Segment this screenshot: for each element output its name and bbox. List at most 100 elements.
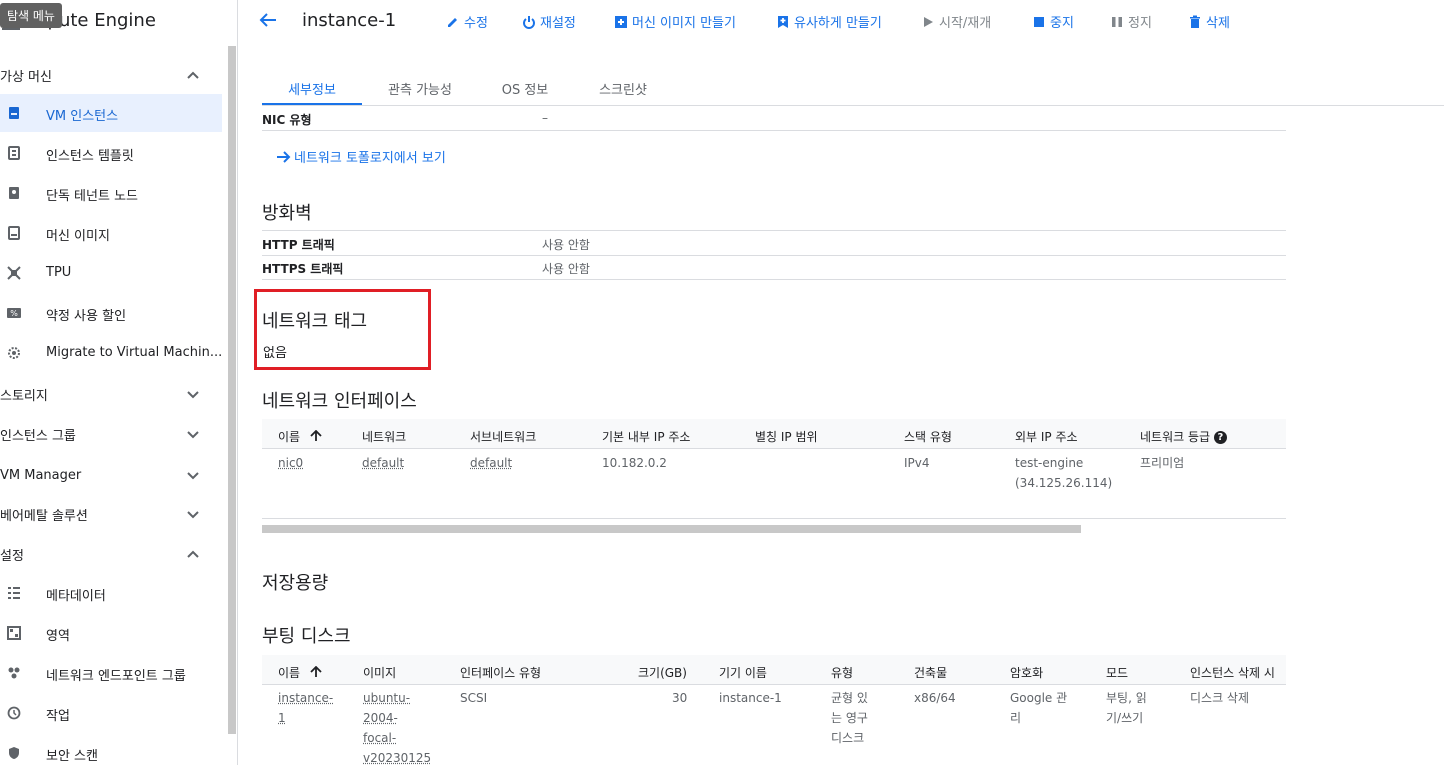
col-architecture: 건축물 xyxy=(914,666,948,680)
section-bare-metal[interactable]: 베어메탈 솔루션 xyxy=(0,496,222,532)
http-traffic-label: HTTP 트래픽 xyxy=(262,238,335,252)
network-link[interactable]: default xyxy=(362,453,404,473)
create-similar-button[interactable]: 유사하게 만들기 xyxy=(776,12,882,31)
tab-observability[interactable]: 관측 가능성 xyxy=(374,70,466,105)
sidebar-item-metadata[interactable]: 메타데이터 xyxy=(0,574,222,612)
tpu-icon xyxy=(7,266,21,280)
pause-icon xyxy=(1112,16,1122,27)
interfaces-table-header: 이름 네트워크 서브네트워크 기본 내부 IP 주소 별칭 IP 범위 스택 유… xyxy=(262,419,1286,449)
sidebar-item-committed-use-discounts[interactable]: % 약정 사용 할인 xyxy=(0,294,222,332)
button-label: 수정 xyxy=(464,16,488,31)
col-external-ip: 외부 IP 주소 xyxy=(1015,430,1078,444)
sidebar-item-label: Migrate to Virtual Machin... xyxy=(46,345,223,360)
tab-screenshot[interactable]: 스크린샷 xyxy=(584,70,662,105)
svg-text:%: % xyxy=(10,309,18,318)
section-label: 가상 머신 xyxy=(0,69,52,85)
sidebar-item-label: 인스턴스 템플릿 xyxy=(46,149,134,164)
nic-name-link[interactable]: nic0 xyxy=(278,453,303,473)
disk-name-link-cont[interactable]: 1 xyxy=(278,708,286,728)
disk-image-link[interactable]: v20230125 xyxy=(363,748,431,765)
col-internal-ip: 기본 내부 IP 주소 xyxy=(602,430,691,444)
chevron-down-icon xyxy=(187,391,199,399)
sidebar-item-operations[interactable]: 작업 xyxy=(0,694,222,732)
sidebar-scrollbar[interactable] xyxy=(228,46,236,734)
architecture-value: x86/64 xyxy=(914,691,956,705)
on-delete-value: 디스크 삭제 xyxy=(1190,691,1250,705)
create-machine-image-button[interactable]: 머신 이미지 만들기 xyxy=(614,12,736,31)
suspend-button[interactable]: 정지 xyxy=(1110,12,1152,31)
table-horizontal-scrollbar[interactable] xyxy=(262,525,1081,533)
section-storage[interactable]: 스토리지 xyxy=(0,376,222,412)
disk-image-link[interactable]: 2004- xyxy=(363,708,398,728)
col-subnetwork: 서브네트워크 xyxy=(470,430,537,444)
start-resume-button[interactable]: 시작/재개 xyxy=(921,12,991,31)
back-arrow-icon[interactable] xyxy=(258,10,278,30)
col-type: 유형 xyxy=(831,666,854,680)
delete-button[interactable]: 삭제 xyxy=(1188,12,1230,31)
sidebar-item-machine-images[interactable]: 머신 이미지 xyxy=(0,214,222,252)
button-label: 중지 xyxy=(1050,16,1074,31)
interface-type-value: SCSI xyxy=(460,691,488,705)
nic-type-label: NIC 유형 xyxy=(262,113,312,127)
network-tags-heading: 네트워크 태그 xyxy=(262,311,368,332)
disk-type-value: 디스크 xyxy=(831,731,865,745)
machine-image-icon xyxy=(8,226,20,240)
network-tags-value: 없음 xyxy=(263,346,287,361)
migrate-gear-icon xyxy=(8,347,20,359)
help-icon[interactable]: ? xyxy=(1213,431,1227,444)
col-name[interactable]: 이름 xyxy=(278,664,322,681)
edit-button[interactable]: 수정 xyxy=(446,12,488,31)
encryption-value: Google 관 xyxy=(1010,691,1068,705)
section-settings[interactable]: 설정 xyxy=(0,536,222,572)
network-tier-value: 프리미엄 xyxy=(1140,456,1185,470)
sidebar-item-label: VM 인스턴스 xyxy=(46,109,119,124)
network-interfaces-heading: 네트워크 인터페이스 xyxy=(262,391,417,412)
divider xyxy=(262,230,1286,231)
device-name-value: instance-1 xyxy=(719,691,782,705)
page-title: instance-1 xyxy=(302,10,397,31)
arrow-right-icon xyxy=(277,150,291,163)
col-encryption: 암호화 xyxy=(1010,666,1044,680)
trash-icon xyxy=(1190,15,1200,28)
button-label: 머신 이미지 만들기 xyxy=(632,16,736,31)
nav-menu-tooltip: 탐색 메뉴 xyxy=(0,3,62,28)
button-label: 유사하게 만들기 xyxy=(794,16,882,31)
col-network: 네트워크 xyxy=(362,430,407,444)
divider xyxy=(262,518,1286,519)
section-instance-groups[interactable]: 인스턴스 그룹 xyxy=(0,416,222,452)
section-label: 베어메탈 솔루션 xyxy=(0,508,88,524)
subnet-link[interactable]: default xyxy=(470,453,512,473)
disk-image-link[interactable]: ubuntu- xyxy=(363,688,410,708)
template-icon xyxy=(8,146,20,160)
stop-button[interactable]: 중지 xyxy=(1032,12,1074,31)
sidebar-item-network-endpoint-groups[interactable]: 네트워크 엔드포인트 그룹 xyxy=(0,654,222,692)
sidebar-item-security-scan[interactable]: 보안 스캔 xyxy=(0,734,222,765)
sidebar-item-tpu[interactable]: TPU xyxy=(0,254,222,292)
section-virtual-machines[interactable]: 가상 머신 xyxy=(0,57,222,93)
network-topology-link[interactable]: 네트워크 토폴로지에서 보기 xyxy=(276,147,446,166)
col-network-tier: 네트워크 등급 ? xyxy=(1140,428,1227,445)
tab-details[interactable]: 세부정보 xyxy=(262,70,362,105)
arrow-up-icon xyxy=(310,429,322,441)
col-on-delete: 인스턴스 삭제 시 xyxy=(1190,666,1275,680)
tabs-divider xyxy=(262,105,1444,106)
col-mode: 모드 xyxy=(1106,666,1129,680)
section-vm-manager[interactable]: VM Manager xyxy=(0,457,222,493)
sidebar-item-migrate[interactable]: Migrate to Virtual Machin... xyxy=(0,334,222,372)
encryption-value: 리 xyxy=(1010,711,1022,725)
zone-grid-icon xyxy=(7,626,21,640)
sidebar-item-vm-instances[interactable]: VM 인스턴스 xyxy=(0,94,222,132)
node-icon xyxy=(9,187,19,199)
tab-os-info[interactable]: OS 정보 xyxy=(486,70,564,105)
chevron-up-icon xyxy=(187,71,199,79)
col-name[interactable]: 이름 xyxy=(278,428,322,445)
sidebar-item-instance-templates[interactable]: 인스턴스 템플릿 xyxy=(0,134,222,172)
disk-name-link[interactable]: instance- xyxy=(278,688,333,708)
chevron-up-icon xyxy=(187,550,199,558)
sidebar-item-zones[interactable]: 영역 xyxy=(0,614,222,652)
reset-button[interactable]: 재설정 xyxy=(522,12,576,31)
mode-value: 기/쓰기 xyxy=(1106,711,1144,725)
disk-image-link[interactable]: focal- xyxy=(363,728,396,748)
sidebar-item-label: 단독 테넌트 노드 xyxy=(46,189,138,204)
sidebar-item-sole-tenant-nodes[interactable]: 단독 테넌트 노드 xyxy=(0,174,222,212)
